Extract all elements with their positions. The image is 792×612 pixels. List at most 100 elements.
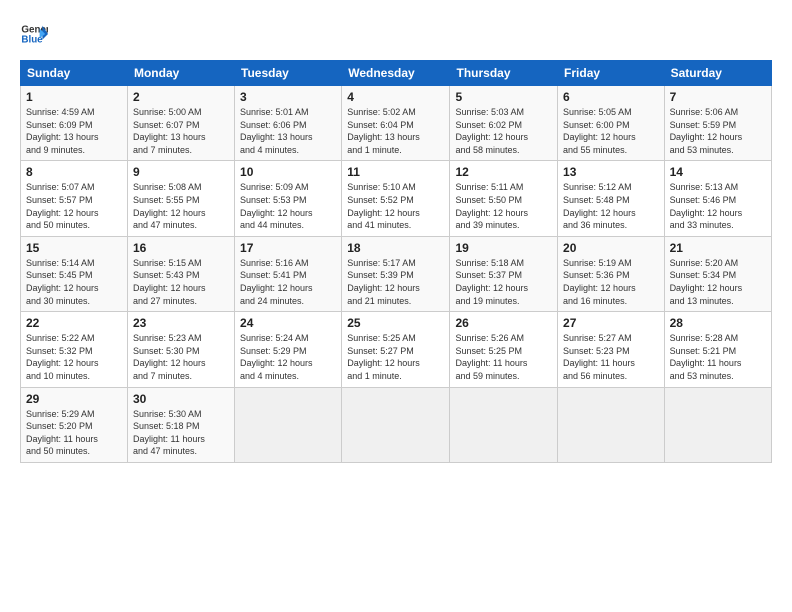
- calendar-cell: [235, 387, 342, 462]
- day-info: Sunrise: 5:02 AMSunset: 6:04 PMDaylight:…: [347, 106, 444, 156]
- day-info: Sunrise: 5:09 AMSunset: 5:53 PMDaylight:…: [240, 181, 336, 231]
- calendar-cell: 14 Sunrise: 5:13 AMSunset: 5:46 PMDayligh…: [664, 161, 771, 236]
- day-info: Sunrise: 5:16 AMSunset: 5:41 PMDaylight:…: [240, 257, 336, 307]
- day-info: Sunrise: 5:08 AMSunset: 5:55 PMDaylight:…: [133, 181, 229, 231]
- calendar-cell: 4 Sunrise: 5:02 AMSunset: 6:04 PMDaylight…: [342, 86, 450, 161]
- day-info: Sunrise: 5:24 AMSunset: 5:29 PMDaylight:…: [240, 332, 336, 382]
- calendar-header-row: SundayMondayTuesdayWednesdayThursdayFrid…: [21, 61, 772, 86]
- day-info: Sunrise: 5:28 AMSunset: 5:21 PMDaylight:…: [670, 332, 766, 382]
- day-header-monday: Monday: [127, 61, 234, 86]
- day-info: Sunrise: 5:25 AMSunset: 5:27 PMDaylight:…: [347, 332, 444, 382]
- day-info: Sunrise: 5:14 AMSunset: 5:45 PMDaylight:…: [26, 257, 122, 307]
- day-header-thursday: Thursday: [450, 61, 558, 86]
- calendar-week-row: 1 Sunrise: 4:59 AMSunset: 6:09 PMDaylight…: [21, 86, 772, 161]
- page-header: General Blue: [20, 20, 772, 48]
- day-number: 9: [133, 165, 229, 179]
- day-info: Sunrise: 5:23 AMSunset: 5:30 PMDaylight:…: [133, 332, 229, 382]
- day-info: Sunrise: 5:27 AMSunset: 5:23 PMDaylight:…: [563, 332, 659, 382]
- calendar-cell: 15 Sunrise: 5:14 AMSunset: 5:45 PMDayligh…: [21, 236, 128, 311]
- day-info: Sunrise: 5:22 AMSunset: 5:32 PMDaylight:…: [26, 332, 122, 382]
- day-number: 6: [563, 90, 659, 104]
- calendar-cell: 17 Sunrise: 5:16 AMSunset: 5:41 PMDayligh…: [235, 236, 342, 311]
- day-number: 4: [347, 90, 444, 104]
- calendar-week-row: 22 Sunrise: 5:22 AMSunset: 5:32 PMDayligh…: [21, 312, 772, 387]
- calendar-cell: [450, 387, 558, 462]
- calendar-cell: 16 Sunrise: 5:15 AMSunset: 5:43 PMDayligh…: [127, 236, 234, 311]
- day-number: 8: [26, 165, 122, 179]
- calendar-cell: 12Sunrise: 5:11 AMSunset: 5:50 PMDayligh…: [450, 161, 558, 236]
- calendar-cell: 18 Sunrise: 5:17 AMSunset: 5:39 PMDayligh…: [342, 236, 450, 311]
- day-info: Sunrise: 5:20 AMSunset: 5:34 PMDaylight:…: [670, 257, 766, 307]
- day-info: Sunrise: 5:00 AMSunset: 6:07 PMDaylight:…: [133, 106, 229, 156]
- day-number: 12: [455, 165, 552, 179]
- calendar-week-row: 29 Sunrise: 5:29 AMSunset: 5:20 PMDayligh…: [21, 387, 772, 462]
- day-number: 21: [670, 241, 766, 255]
- day-info: Sunrise: 5:29 AMSunset: 5:20 PMDaylight:…: [26, 408, 122, 458]
- calendar-table: SundayMondayTuesdayWednesdayThursdayFrid…: [20, 60, 772, 463]
- calendar-cell: 2 Sunrise: 5:00 AMSunset: 6:07 PMDaylight…: [127, 86, 234, 161]
- calendar-cell: 1 Sunrise: 4:59 AMSunset: 6:09 PMDaylight…: [21, 86, 128, 161]
- day-number: 30: [133, 392, 229, 406]
- calendar-week-row: 15 Sunrise: 5:14 AMSunset: 5:45 PMDayligh…: [21, 236, 772, 311]
- day-header-tuesday: Tuesday: [235, 61, 342, 86]
- calendar-cell: [664, 387, 771, 462]
- day-number: 14: [670, 165, 766, 179]
- day-number: 15: [26, 241, 122, 255]
- day-info: Sunrise: 5:17 AMSunset: 5:39 PMDaylight:…: [347, 257, 444, 307]
- day-info: Sunrise: 5:01 AMSunset: 6:06 PMDaylight:…: [240, 106, 336, 156]
- day-info: Sunrise: 5:18 AMSunset: 5:37 PMDaylight:…: [455, 257, 552, 307]
- day-number: 7: [670, 90, 766, 104]
- day-info: Sunrise: 5:06 AMSunset: 5:59 PMDaylight:…: [670, 106, 766, 156]
- day-number: 2: [133, 90, 229, 104]
- day-info: Sunrise: 5:10 AMSunset: 5:52 PMDaylight:…: [347, 181, 444, 231]
- day-number: 17: [240, 241, 336, 255]
- day-number: 18: [347, 241, 444, 255]
- calendar-cell: 5Sunrise: 5:03 AMSunset: 6:02 PMDaylight…: [450, 86, 558, 161]
- day-info: Sunrise: 5:19 AMSunset: 5:36 PMDaylight:…: [563, 257, 659, 307]
- calendar-cell: 10 Sunrise: 5:09 AMSunset: 5:53 PMDayligh…: [235, 161, 342, 236]
- calendar-cell: 27 Sunrise: 5:27 AMSunset: 5:23 PMDayligh…: [558, 312, 665, 387]
- day-info: Sunrise: 4:59 AMSunset: 6:09 PMDaylight:…: [26, 106, 122, 156]
- calendar-cell: 13Sunrise: 5:12 AMSunset: 5:48 PMDayligh…: [558, 161, 665, 236]
- day-header-wednesday: Wednesday: [342, 61, 450, 86]
- day-number: 13: [563, 165, 659, 179]
- day-number: 25: [347, 316, 444, 330]
- day-info: Sunrise: 5:15 AMSunset: 5:43 PMDaylight:…: [133, 257, 229, 307]
- calendar-cell: [558, 387, 665, 462]
- calendar-cell: 21 Sunrise: 5:20 AMSunset: 5:34 PMDayligh…: [664, 236, 771, 311]
- calendar-cell: 30 Sunrise: 5:30 AMSunset: 5:18 PMDayligh…: [127, 387, 234, 462]
- calendar-cell: 3 Sunrise: 5:01 AMSunset: 6:06 PMDaylight…: [235, 86, 342, 161]
- day-number: 24: [240, 316, 336, 330]
- day-number: 3: [240, 90, 336, 104]
- day-header-friday: Friday: [558, 61, 665, 86]
- day-info: Sunrise: 5:05 AMSunset: 6:00 PMDaylight:…: [563, 106, 659, 156]
- calendar-cell: 9 Sunrise: 5:08 AMSunset: 5:55 PMDaylight…: [127, 161, 234, 236]
- calendar-cell: 22 Sunrise: 5:22 AMSunset: 5:32 PMDayligh…: [21, 312, 128, 387]
- day-number: 1: [26, 90, 122, 104]
- calendar-week-row: 8 Sunrise: 5:07 AMSunset: 5:57 PMDaylight…: [21, 161, 772, 236]
- calendar-cell: 11 Sunrise: 5:10 AMSunset: 5:52 PMDayligh…: [342, 161, 450, 236]
- day-info: Sunrise: 5:13 AMSunset: 5:46 PMDaylight:…: [670, 181, 766, 231]
- calendar-cell: 28Sunrise: 5:28 AMSunset: 5:21 PMDayligh…: [664, 312, 771, 387]
- day-number: 10: [240, 165, 336, 179]
- day-number: 27: [563, 316, 659, 330]
- day-info: Sunrise: 5:30 AMSunset: 5:18 PMDaylight:…: [133, 408, 229, 458]
- calendar-cell: 26 Sunrise: 5:26 AMSunset: 5:25 PMDayligh…: [450, 312, 558, 387]
- calendar-cell: 19 Sunrise: 5:18 AMSunset: 5:37 PMDayligh…: [450, 236, 558, 311]
- day-number: 16: [133, 241, 229, 255]
- day-number: 29: [26, 392, 122, 406]
- day-number: 19: [455, 241, 552, 255]
- day-info: Sunrise: 5:07 AMSunset: 5:57 PMDaylight:…: [26, 181, 122, 231]
- day-info: Sunrise: 5:03 AMSunset: 6:02 PMDaylight:…: [455, 106, 552, 156]
- calendar-cell: 6 Sunrise: 5:05 AMSunset: 6:00 PMDaylight…: [558, 86, 665, 161]
- day-number: 26: [455, 316, 552, 330]
- calendar-cell: 7 Sunrise: 5:06 AMSunset: 5:59 PMDaylight…: [664, 86, 771, 161]
- calendar-cell: 25 Sunrise: 5:25 AMSunset: 5:27 PMDayligh…: [342, 312, 450, 387]
- day-number: 22: [26, 316, 122, 330]
- day-header-saturday: Saturday: [664, 61, 771, 86]
- day-number: 23: [133, 316, 229, 330]
- day-number: 11: [347, 165, 444, 179]
- calendar-cell: 24 Sunrise: 5:24 AMSunset: 5:29 PMDayligh…: [235, 312, 342, 387]
- calendar-cell: [342, 387, 450, 462]
- day-info: Sunrise: 5:26 AMSunset: 5:25 PMDaylight:…: [455, 332, 552, 382]
